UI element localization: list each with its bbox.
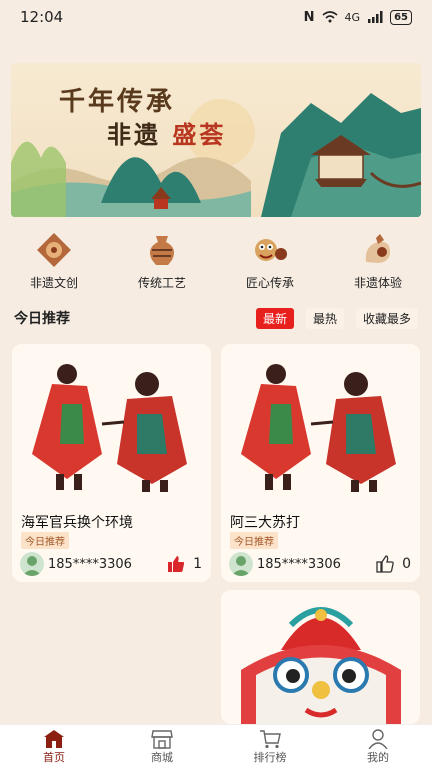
avatar xyxy=(20,552,44,576)
like-count: 0 xyxy=(402,556,411,572)
card-title: 海军官兵换个环境 xyxy=(21,515,133,531)
like-control[interactable]: 1 xyxy=(167,555,202,573)
home-icon xyxy=(44,730,64,748)
card-tag: 今日推荐 xyxy=(21,532,69,549)
category-item-experience[interactable]: 非遗体验 xyxy=(324,232,432,294)
pottery-icon xyxy=(143,232,181,268)
tab-profile[interactable]: 我的 xyxy=(324,725,432,769)
status-bar: 12:04 N 4G 65 xyxy=(0,0,432,34)
category-row: 非遗文创 传统工艺 匠心传承 非遗体验 xyxy=(0,232,432,294)
category-item-craftsmanship[interactable]: 传统工艺 xyxy=(108,232,216,294)
lion-dance-icon xyxy=(251,232,289,268)
post-card[interactable]: 海军官兵换个环境 今日推荐 185****3306 1 xyxy=(12,344,211,582)
shop-icon xyxy=(151,730,173,749)
card-title: 阿三大苏打 xyxy=(230,515,300,531)
wifi-icon xyxy=(322,11,338,23)
bottom-tab-bar: 首页 商城 排行榜 我的 xyxy=(0,724,432,769)
card-author[interactable]: 185****3306 xyxy=(20,552,132,576)
banner-title: 千年传承 xyxy=(59,87,176,117)
banner-subtitle-part2: 盛荟 xyxy=(172,120,227,149)
avatar xyxy=(229,552,253,576)
tab-label: 商城 xyxy=(151,751,173,764)
filter-hottest[interactable]: 最热 xyxy=(305,308,344,329)
card-author[interactable]: 185****3306 xyxy=(229,552,341,576)
filter-most-favorited[interactable]: 收藏最多 xyxy=(355,308,418,329)
category-label: 非遗体验 xyxy=(353,276,402,290)
card-tag: 今日推荐 xyxy=(230,532,278,549)
banner-subtitle: 非遗 盛荟 xyxy=(107,115,226,150)
network-type: 4G xyxy=(344,10,361,24)
category-item-crafts[interactable]: 非遗文创 xyxy=(0,232,108,294)
thumbs-up-filled-icon xyxy=(168,556,185,572)
embroidery-icon xyxy=(35,232,73,268)
category-label: 传统工艺 xyxy=(137,276,186,290)
author-name: 185****3306 xyxy=(257,556,341,572)
banner-subtitle-part1: 非遗 xyxy=(107,120,161,149)
profile-icon xyxy=(368,729,388,749)
tab-label: 我的 xyxy=(367,751,389,764)
category-label: 匠心传承 xyxy=(245,276,294,290)
section-title: 今日推荐 xyxy=(14,311,70,327)
filter-group: 最新 最热 收藏最多 xyxy=(255,308,418,329)
like-control[interactable]: 0 xyxy=(376,555,411,573)
tab-ranking[interactable]: 排行榜 xyxy=(216,725,324,769)
tab-label: 排行榜 xyxy=(253,751,287,764)
lion-dance-image xyxy=(221,590,420,724)
thumbs-up-outline-icon xyxy=(376,555,394,573)
filter-latest[interactable]: 最新 xyxy=(255,308,294,329)
post-card[interactable] xyxy=(221,590,420,724)
category-item-heritage[interactable]: 匠心传承 xyxy=(216,232,324,294)
shadow-puppet-image xyxy=(221,344,420,494)
craft-icon xyxy=(359,232,397,268)
shadow-puppet-image xyxy=(12,344,211,494)
promo-banner[interactable]: 千年传承 非遗 盛荟 xyxy=(11,63,421,217)
status-icons: N 4G 65 xyxy=(303,9,412,25)
tab-home[interactable]: 首页 xyxy=(0,725,108,769)
battery-indicator: 65 xyxy=(390,9,412,25)
category-label: 非遗文创 xyxy=(29,276,78,290)
tab-label: 首页 xyxy=(43,751,65,764)
tab-shop[interactable]: 商城 xyxy=(108,725,216,769)
like-count: 1 xyxy=(193,556,202,572)
nfc-icon: N xyxy=(303,9,315,25)
cart-icon xyxy=(260,730,281,749)
author-name: 185****3306 xyxy=(48,556,132,572)
post-card[interactable]: 阿三大苏打 今日推荐 185****3306 0 xyxy=(221,344,420,582)
signal-icon xyxy=(368,11,383,23)
status-time: 12:04 xyxy=(20,8,64,26)
